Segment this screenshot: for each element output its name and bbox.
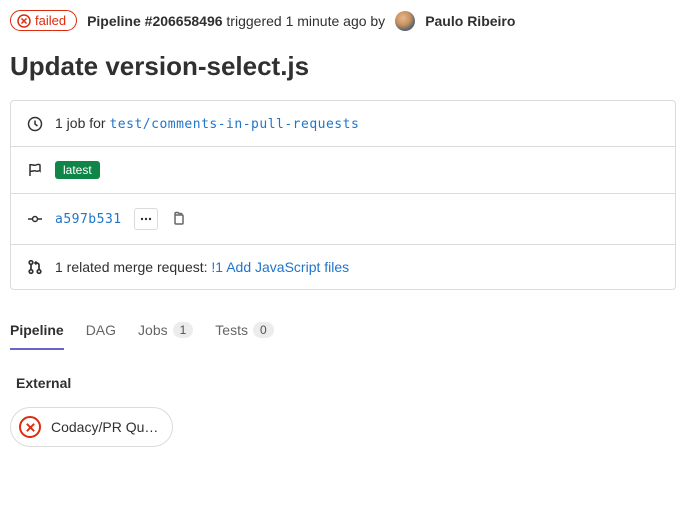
author-name[interactable]: Paulo Ribeiro xyxy=(425,13,515,29)
merge-request-icon xyxy=(27,259,43,275)
mr-text: 1 related merge request: !1 Add JavaScri… xyxy=(55,259,349,275)
job-count-text: 1 job for test/comments-in-pull-requests xyxy=(55,115,359,132)
commit-icon xyxy=(27,211,43,227)
tab-tests[interactable]: Tests0 xyxy=(215,314,273,350)
failed-icon xyxy=(19,416,41,438)
more-button[interactable] xyxy=(134,208,158,230)
pipeline-info-box: 1 job for test/comments-in-pull-requests… xyxy=(10,100,676,290)
status-badge: failed xyxy=(10,10,77,31)
tab-pipeline[interactable]: Pipeline xyxy=(10,314,64,350)
avatar[interactable] xyxy=(395,11,415,31)
tab-dag[interactable]: DAG xyxy=(86,314,116,350)
status-label: failed xyxy=(35,13,66,28)
page-title: Update version-select.js xyxy=(10,51,676,82)
tab-jobs[interactable]: Jobs1 xyxy=(138,314,193,350)
clock-icon xyxy=(27,116,43,132)
stage-name: External xyxy=(16,375,676,391)
branch-link[interactable]: test/comments-in-pull-requests xyxy=(109,117,359,132)
mr-link[interactable]: !1 Add JavaScript files xyxy=(211,259,349,275)
latest-tag: latest xyxy=(55,161,100,179)
pipeline-meta: Pipeline #206658496 triggered 1 minute a… xyxy=(87,13,385,29)
commit-sha-link[interactable]: a597b531 xyxy=(55,212,122,227)
job-name: Codacy/PR Qu… xyxy=(51,419,158,435)
tabs: Pipeline DAG Jobs1 Tests0 xyxy=(10,314,676,351)
flag-icon xyxy=(27,162,43,178)
job-pill[interactable]: Codacy/PR Qu… xyxy=(10,407,173,447)
copy-icon[interactable] xyxy=(170,210,186,229)
failed-icon xyxy=(17,14,31,28)
